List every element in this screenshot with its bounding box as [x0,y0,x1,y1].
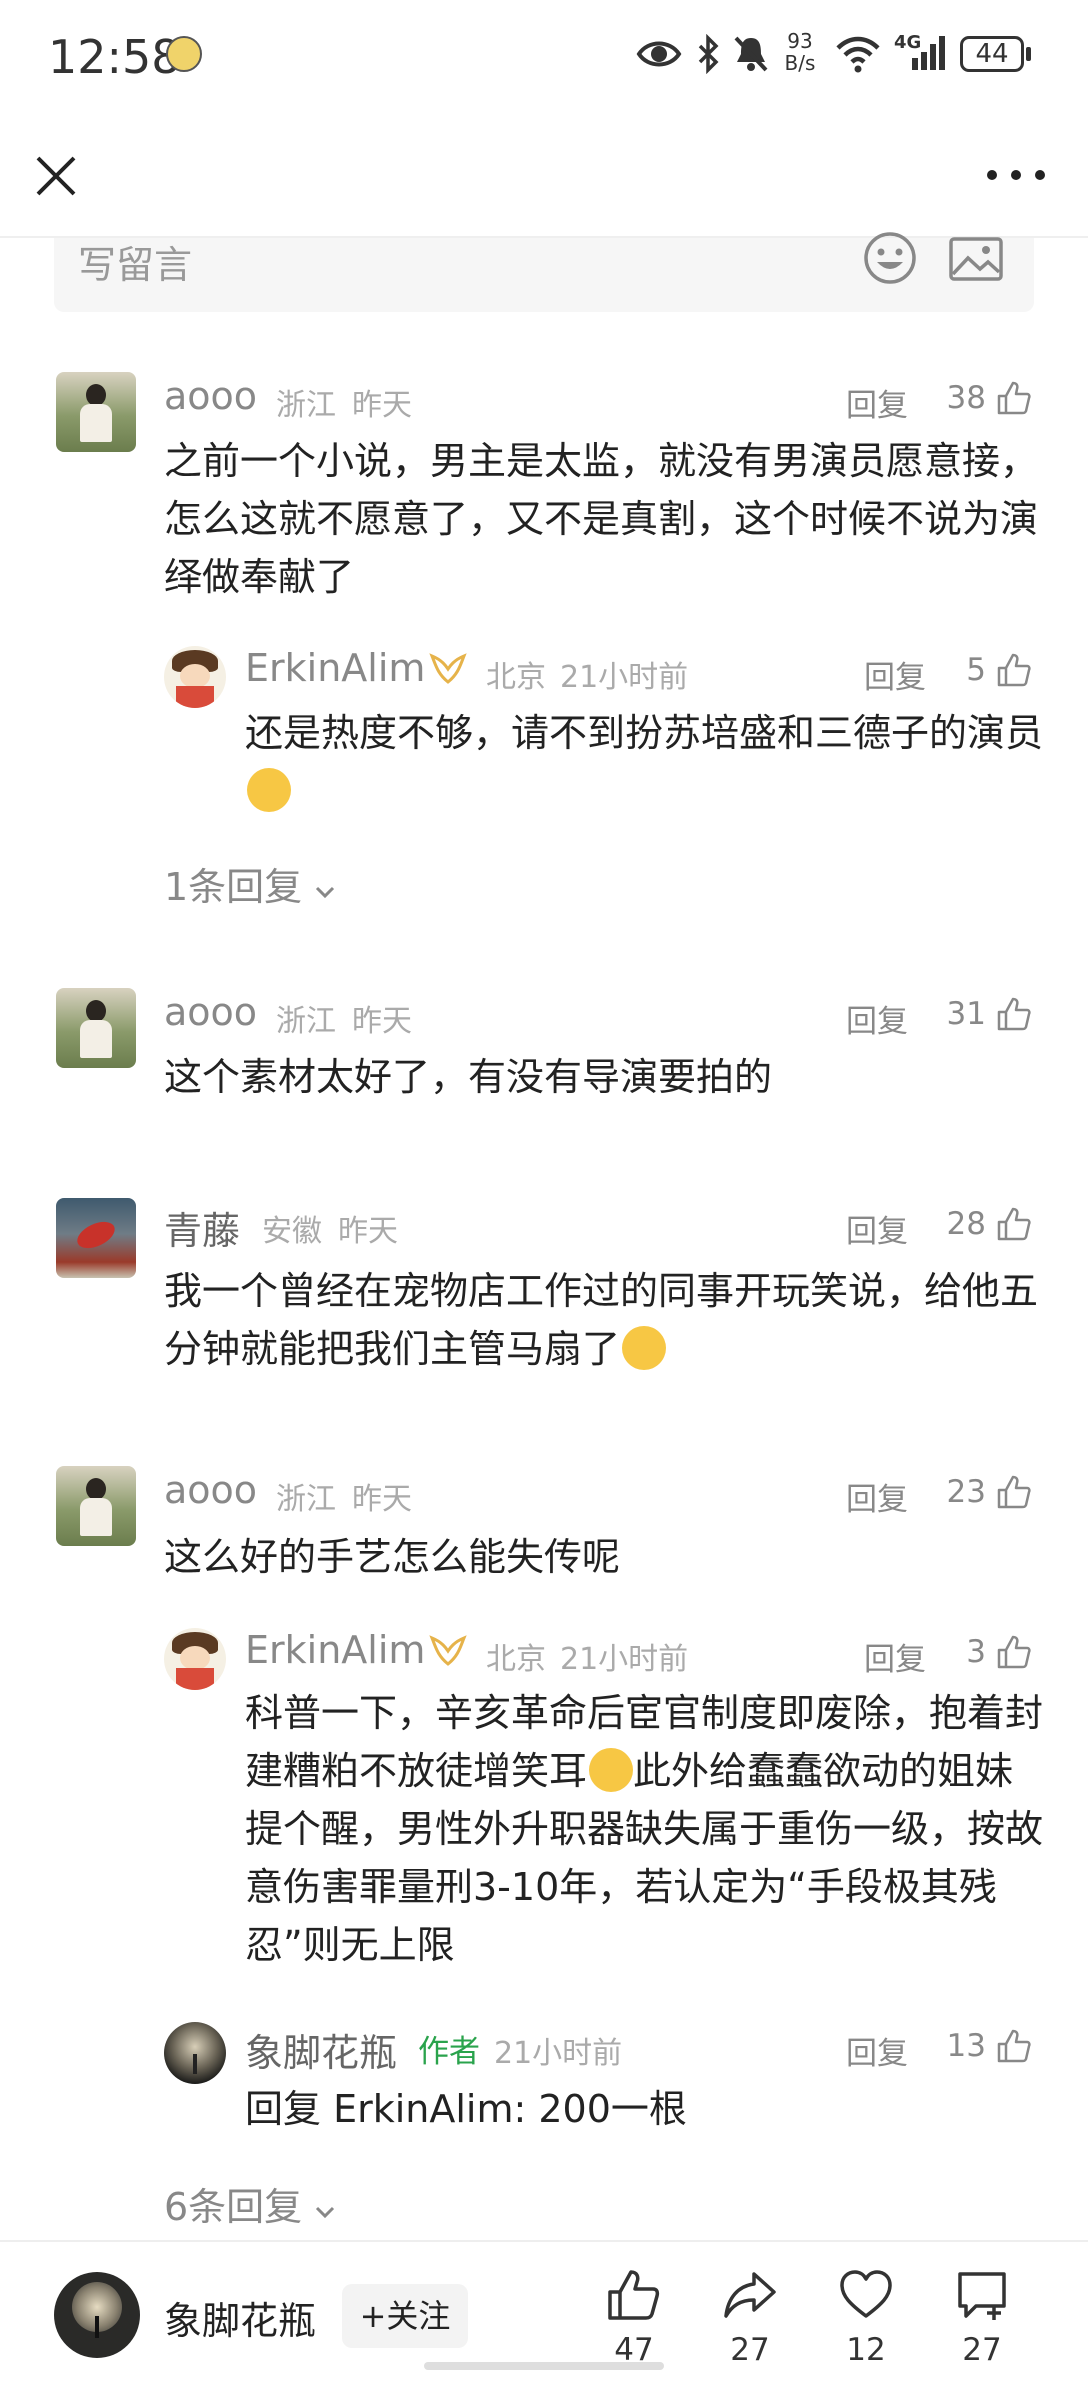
comment-icon[interactable] [954,2268,1010,2322]
comment-time: 昨天 [338,1214,398,1249]
like-count: 28 [946,1206,986,1242]
reply-username[interactable]: 象脚花瓶 [245,2022,397,2077]
vip-badge-icon [429,1635,467,1666]
comment-time: 昨天 [352,1482,412,1517]
thumb-up-icon[interactable] [996,2028,1032,2064]
comment-location: 浙江 [276,388,336,423]
more-replies-link[interactable]: 6条回复 [164,2176,336,2231]
author-tag: 作者 [418,2034,480,2070]
author-avatar[interactable] [54,2272,140,2358]
vip-badge-icon [429,653,467,684]
like-count: 31 [946,996,986,1032]
comment-username[interactable]: aooo [164,1468,257,1512]
avatar[interactable] [164,2022,226,2084]
reply-text-content: 还是热度不够，请不到扮苏培盛和三德子的演员 [245,711,1044,755]
battery-tip [1026,47,1031,61]
reply-username[interactable]: ErkinAlim [245,646,425,690]
comment-time: 昨天 [352,388,412,423]
reply-button[interactable]: 回复 [846,2028,908,2073]
reply-location: 北京 [486,1642,546,1677]
comment-location: 浙江 [276,1004,336,1039]
avatar[interactable] [164,1628,226,1690]
avatar[interactable] [56,1198,136,1278]
status-emoji-icon [166,36,202,72]
net-speed-value: 93 [787,29,813,53]
comment-text: 这个素材太好了，有没有导演要拍的 [164,1055,773,1099]
reply-button[interactable]: 回复 [846,996,908,1041]
emoji-icon[interactable] [862,230,918,286]
more-icon[interactable] [976,150,1056,200]
chevron-down-icon [316,2206,335,2219]
status-time: 12:58 [48,30,181,84]
status-bar: 12:58 93 B/s 4G 44 [0,0,1088,110]
wifi-icon [836,36,880,73]
comment-location: 安徽 [262,1214,322,1249]
mute-icon [734,36,768,72]
avatar[interactable] [56,988,136,1068]
smirk-emoji-icon [622,1326,667,1370]
like-count: 38 [946,380,986,416]
more-replies-link[interactable]: 1条回复 [164,856,336,911]
comment-location: 浙江 [276,1482,336,1517]
avatar[interactable] [56,372,136,452]
like-count: 23 [946,1474,986,1510]
net-speed-unit: B/s [784,51,816,75]
reply-time: 21小时前 [560,1642,689,1677]
thinking-emoji-icon [247,768,291,812]
reply-button[interactable]: 回复 [846,1206,908,1251]
chevron-down-icon [316,886,335,899]
author-name[interactable]: 象脚花瓶 [164,2290,316,2345]
more-replies-label: 1条回复 [164,865,303,909]
bluetooth-icon [698,34,719,74]
reply-button[interactable]: 回复 [846,380,908,425]
thumb-up-icon[interactable] [996,1474,1032,1510]
laughing-emoji-icon [589,1748,634,1792]
comment-count: 27 [962,2332,1002,2368]
write-comment-placeholder[interactable]: 写留言 [78,234,192,289]
reply-button[interactable]: 回复 [864,652,926,697]
favorite-count: 12 [846,2332,886,2368]
reply-time: 21小时前 [494,2036,623,2071]
thumb-up-icon[interactable] [996,652,1032,688]
heart-icon[interactable] [838,2268,894,2322]
share-count: 27 [730,2332,770,2368]
thumb-up-icon[interactable] [996,1206,1032,1242]
comment-text: 之前一个小说，男主是太监，就没有男演员愿意接，怎么这就不愿意了，又不是真割，这个… [164,439,1039,599]
reply-time: 21小时前 [560,660,689,695]
reply-button[interactable]: 回复 [864,1634,926,1679]
thumb-up-icon[interactable] [606,2268,662,2322]
close-icon[interactable] [28,148,84,204]
thumb-up-icon[interactable] [996,996,1032,1032]
comment-username[interactable]: aooo [164,374,257,418]
comment-time: 昨天 [352,1004,412,1039]
eye-icon [636,41,682,67]
reply-button[interactable]: 回复 [846,1474,908,1519]
share-icon[interactable] [722,2268,778,2322]
follow-button[interactable]: +关注 [342,2284,468,2348]
reply-text: 还是热度不够，请不到扮苏培盛和三德子的演员 [245,704,1045,820]
image-icon[interactable] [948,236,1004,282]
comment-text: 我一个曾经在宠物店工作过的同事开玩笑说，给他五分钟就能把我们主管马扇了 [164,1262,1044,1378]
comment-text: 这么好的手艺怎么能失传呢 [164,1535,621,1579]
comment-username[interactable]: 青藤 [164,1200,240,1255]
like-count: 13 [946,2028,986,2064]
battery-icon: 44 [960,36,1024,72]
comment-username[interactable]: aooo [164,990,257,1034]
reply-username[interactable]: ErkinAlim [245,1628,425,1672]
like-count: 3 [966,1634,986,1670]
signal-icon [912,36,945,70]
bottom-divider [0,2240,1088,2242]
avatar[interactable] [56,1466,136,1546]
reply-text: 回复 ErkinAlim: 200一根 [245,2087,687,2131]
home-indicator[interactable] [424,2362,664,2370]
comment-text-content: 我一个曾经在宠物店工作过的同事开玩笑说，给他五分钟就能把我们主管马扇了 [164,1269,1039,1371]
net-speed: 93 B/s [780,30,820,74]
thumb-up-icon[interactable] [996,380,1032,416]
more-replies-label: 6条回复 [164,2185,303,2229]
avatar[interactable] [164,646,226,708]
reply-text: 科普一下，辛亥革命后宦官制度即废除，抱着封建糟粕不放徒增笑耳 此外给蠢蠢欲动的姐妹… [245,1684,1045,1974]
like-count: 5 [966,652,986,688]
thumb-up-icon[interactable] [996,1634,1032,1670]
reply-location: 北京 [486,660,546,695]
